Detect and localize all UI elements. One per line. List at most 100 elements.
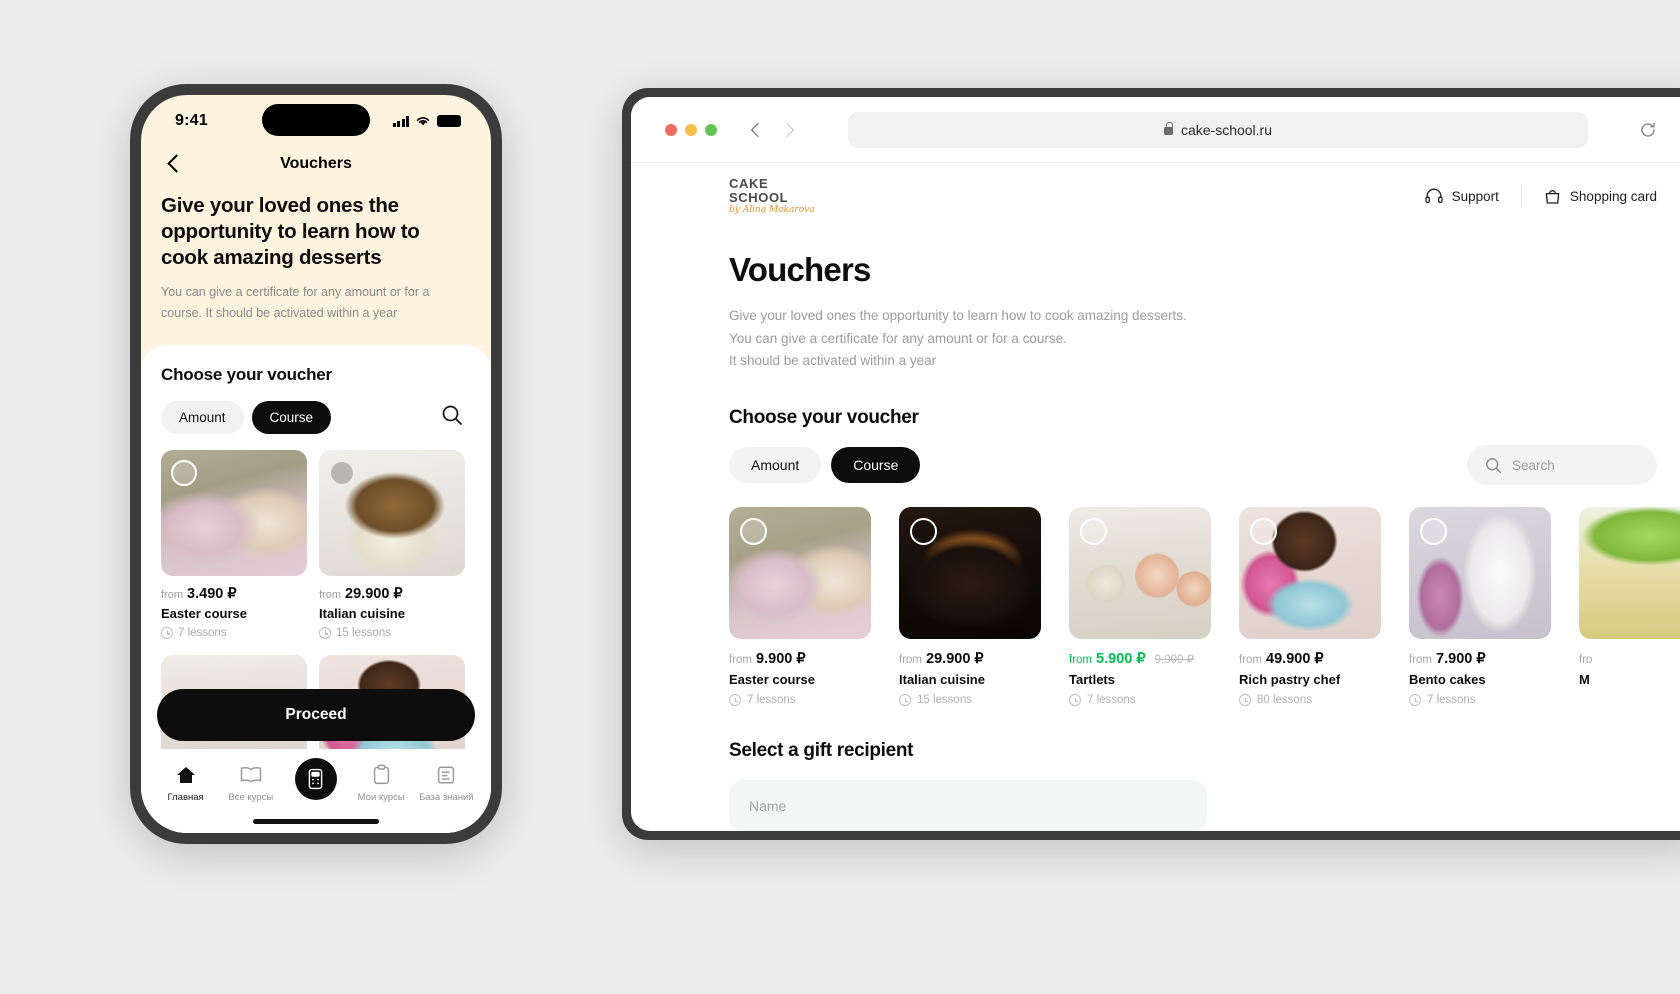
name-placeholder: Name	[749, 798, 787, 815]
url-text: cake-school.ru	[1180, 121, 1273, 138]
voucher-price: from 5.900 ₽ 9.900 ₽	[1069, 651, 1211, 667]
tabbar-label: Все курсы	[228, 792, 274, 803]
tabbar-item-voucher[interactable]	[285, 757, 347, 809]
voucher-thumbnail	[319, 449, 465, 576]
tabbar-item-all-courses[interactable]: Все курсы	[220, 763, 282, 803]
cellular-signal-icon	[392, 115, 409, 127]
tab-amount[interactable]: Amount	[161, 400, 244, 434]
hero-subtext: You can give a certificate for any amoun…	[161, 285, 430, 320]
lessons-label: 7 lessons	[1427, 694, 1476, 707]
home-indicator	[253, 819, 379, 824]
section-title-choose-voucher: Choose your voucher	[729, 407, 919, 429]
tab-course[interactable]: Course	[251, 400, 332, 434]
price-prefix: fro	[1579, 654, 1593, 667]
header-link-shopping-card[interactable]: Shopping card	[1544, 188, 1657, 205]
radio-unchecked-icon[interactable]	[740, 518, 767, 546]
tab-course[interactable]: Course	[831, 447, 921, 484]
voucher-card[interactable]: from 29.900 ₽ Italian cuisine 15 lessons	[899, 507, 1041, 707]
radio-unchecked-icon[interactable]	[1250, 518, 1277, 546]
status-bar: 9:41	[141, 95, 491, 147]
chevron-right-icon[interactable]	[779, 121, 797, 139]
voucher-lessons: 15 lessons	[319, 626, 465, 639]
price-prefix: from	[1069, 654, 1092, 667]
radio-unchecked-icon[interactable]	[329, 459, 355, 486]
price-value: 29.900 ₽	[926, 651, 984, 668]
voucher-card[interactable]: from 9.900 ₽ Easter course 7 lessons	[729, 507, 871, 707]
clock-icon	[729, 694, 741, 707]
radio-unchecked-icon[interactable]	[1080, 518, 1107, 546]
voucher-thumbnail	[161, 449, 307, 576]
header-links: Support Shopping card	[1424, 184, 1657, 208]
price-prefix: from	[319, 588, 341, 601]
lessons-label: 7 lessons	[747, 694, 796, 707]
book-icon	[239, 763, 263, 787]
voucher-card[interactable]: fro M	[1579, 507, 1680, 706]
clock-icon	[1069, 694, 1081, 707]
voucher-name: Tartlets	[1069, 672, 1115, 688]
phone-device: 9:41 Vouchers Give your loved ones the o…	[130, 84, 502, 844]
dynamic-island	[262, 104, 370, 136]
voucher-card[interactable]: from 7.900 ₽ Bento cakes 7 lessons	[1409, 507, 1551, 707]
voucher-name: Easter course	[729, 672, 815, 688]
voucher-price: from 3.490 ₽	[161, 586, 307, 602]
clock-icon	[161, 626, 173, 639]
radio-unchecked-icon[interactable]	[910, 518, 937, 546]
traffic-lights[interactable]	[665, 123, 717, 136]
maximize-icon[interactable]	[705, 123, 717, 136]
radio-unchecked-icon[interactable]	[1420, 518, 1447, 546]
phone-hero: Give your loved ones the opportunity to …	[141, 189, 491, 345]
voucher-card[interactable]: from 5.900 ₽ 9.900 ₽ Tartlets 7 lessons	[1069, 507, 1211, 707]
voucher-lessons: 7 lessons	[1069, 694, 1211, 707]
voucher-name: Bento cakes	[1409, 672, 1486, 688]
clock-icon	[1409, 694, 1421, 707]
search-input[interactable]: Search	[1467, 445, 1657, 486]
price-prefix: from	[161, 588, 183, 601]
desktop-tab-row: Amount Course Search	[729, 445, 1657, 486]
headset-icon	[1424, 188, 1443, 204]
minimize-icon[interactable]	[685, 123, 697, 136]
lessons-label: 15 lessons	[917, 694, 972, 707]
tabbar-item-home[interactable]: Главная	[155, 763, 217, 803]
clock-icon	[899, 694, 911, 707]
browser-window: cake-school.ru CAKE SCHOOL by Alina Maka…	[631, 97, 1680, 831]
proceed-button[interactable]: Proceed	[157, 689, 475, 741]
radio-unchecked-icon[interactable]	[171, 459, 197, 486]
page-title: Vouchers	[729, 251, 871, 288]
lock-icon	[1163, 122, 1173, 135]
header-link-label: Support	[1451, 188, 1499, 204]
tab-amount[interactable]: Amount	[729, 447, 822, 484]
reload-icon[interactable]	[1639, 121, 1657, 139]
voucher-lessons: 80 lessons	[1239, 694, 1381, 707]
lede-line: It should be activated within a year	[729, 353, 937, 369]
knowledge-base-icon	[436, 763, 456, 787]
lessons-label: 7 lessons	[178, 626, 227, 639]
chevron-left-icon[interactable]	[747, 121, 765, 139]
close-icon[interactable]	[665, 123, 677, 136]
voucher-card[interactable]: from 49.900 ₽ Rich pastry chef 80 lesson…	[1239, 507, 1381, 707]
price-value: 3.490 ₽	[187, 585, 237, 602]
voucher-thumbnail	[1239, 507, 1381, 640]
header-link-support[interactable]: Support	[1424, 188, 1499, 204]
logo[interactable]: CAKE SCHOOL by Alina Makarova	[729, 177, 815, 215]
voucher-name: M	[1579, 672, 1590, 688]
price-prefix: from	[899, 654, 922, 667]
tabbar-label: База знаний	[419, 792, 474, 803]
phone-tab-row: Amount Course	[161, 400, 471, 434]
voucher-card[interactable]: from 3.490 ₽ Easter course 7 lessons	[161, 449, 307, 639]
voucher-card[interactable]: from 29.900 ₽ Italian cuisine 15 lessons	[319, 449, 465, 639]
voucher-thumbnail	[1069, 507, 1211, 640]
lede-line: You can give a certificate for any amoun…	[729, 330, 1067, 346]
page-title: Vouchers	[280, 155, 352, 172]
url-bar[interactable]: cake-school.ru	[848, 111, 1588, 148]
browser-nav	[747, 121, 797, 139]
voucher-thumbnail	[1579, 507, 1680, 640]
lessons-label: 80 lessons	[1257, 694, 1312, 707]
search-icon[interactable]	[441, 404, 463, 431]
tabbar-item-knowledge-base[interactable]: База знаний	[415, 763, 477, 803]
voucher-price: from 49.900 ₽	[1239, 651, 1381, 667]
phone-voucher-list: from 3.490 ₽ Easter course 7 lessons fro…	[161, 449, 471, 639]
logo-signature: by Alina Makarova	[729, 205, 815, 215]
recipient-name-input[interactable]: Name	[729, 780, 1207, 831]
status-time: 9:41	[175, 112, 208, 129]
tabbar-item-my-courses[interactable]: Мои курсы	[350, 763, 412, 803]
